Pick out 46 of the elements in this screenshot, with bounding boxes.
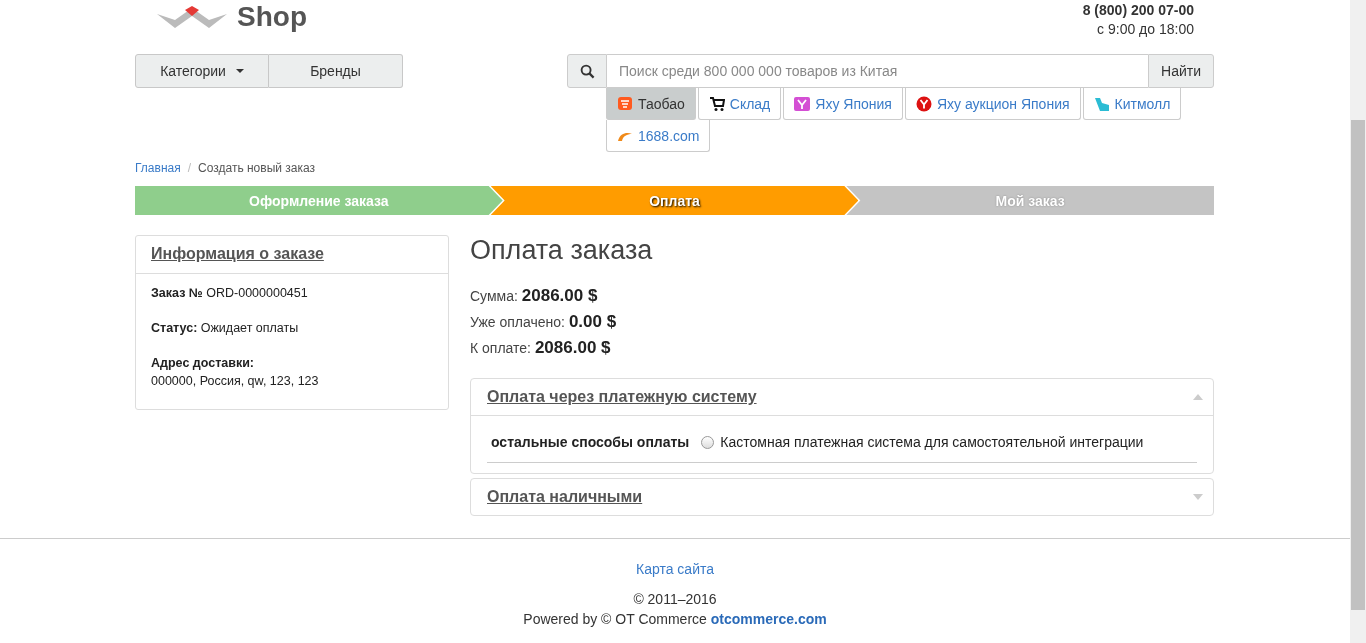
expand-icon[interactable] — [1193, 494, 1203, 500]
source-tab[interactable]: Яху аукцион Япония — [904, 88, 1081, 120]
nav-button[interactable]: Бренды — [269, 54, 403, 88]
working-hours: с 9:00 до 18:00 — [1097, 21, 1194, 37]
search-button[interactable]: Найти — [1148, 54, 1214, 88]
collapse-icon[interactable] — [1193, 394, 1203, 400]
payment-section-title[interactable]: Оплата наличными — [487, 488, 643, 506]
search-icon — [579, 63, 595, 79]
search-field[interactable]: Поиск среди 800 000 000 товаров из Китая — [607, 54, 1148, 88]
breadcrumb-separator: / — [187, 161, 192, 175]
payment-total: Уже оплачено: 0.00 $ — [470, 311, 618, 333]
source-tab[interactable]: Китмолл — [1082, 88, 1182, 120]
caret-icon — [235, 69, 244, 73]
order-info-title[interactable]: Информация о заказе — [151, 245, 324, 262]
copyright-text: © 2011–2016 — [633, 591, 717, 607]
progress-step: Мой заказ — [846, 186, 1214, 215]
radio-label: Кастомная платежная система для самостоятельной интеграции — [720, 434, 1144, 450]
cart-icon — [708, 95, 725, 112]
source-tab[interactable]: Таобао — [606, 88, 696, 120]
yahoo-auction-icon — [915, 95, 932, 112]
breadcrumb-link[interactable]: Главная — [135, 161, 181, 175]
breadcrumb-current: Создать новый заказ — [198, 161, 316, 175]
phone-number: 8 (800) 200 07-00 — [1082, 2, 1194, 18]
radio-button[interactable] — [701, 435, 715, 449]
yahoo-icon — [794, 95, 811, 112]
payment-total: К оплате: 2086.00 $ — [470, 337, 612, 359]
search-icon-button[interactable] — [567, 54, 607, 88]
order-info-field: Заказ № ORD-0000000451 — [151, 284, 433, 302]
scrollbar-thumb[interactable] — [1351, 120, 1365, 610]
logo-text: Shop — [237, 2, 307, 32]
source-tab[interactable]: Склад — [697, 88, 782, 120]
source-tab[interactable]: 1688.com — [606, 120, 711, 152]
payment-section-title[interactable]: Оплата через платежную систему — [487, 388, 757, 406]
order-info-field: Статус: Ожидает оплаты — [151, 319, 433, 337]
source-tab[interactable]: Яху Япония — [783, 88, 903, 120]
order-info-field: Адрес доставки: 000000, Россия, qw, 123, 123 — [151, 354, 433, 390]
progress-step: Оплата — [490, 186, 859, 215]
powered-by-text: Powered by © OT Commerce — [523, 611, 707, 627]
progress-step: Оформление заказа — [135, 186, 503, 215]
nav-button[interactable]: Категории — [135, 54, 269, 88]
payment-group-label: остальные способы оплаты — [491, 434, 690, 450]
scrollbar[interactable] — [1350, 0, 1366, 643]
page-title: Оплата заказа — [470, 235, 654, 265]
payment-total: Сумма: 2086.00 $ — [470, 285, 599, 307]
sitemap-link[interactable]: Карта сайта — [636, 561, 714, 577]
powered-by-link[interactable]: otcommerce.com — [710, 611, 827, 627]
